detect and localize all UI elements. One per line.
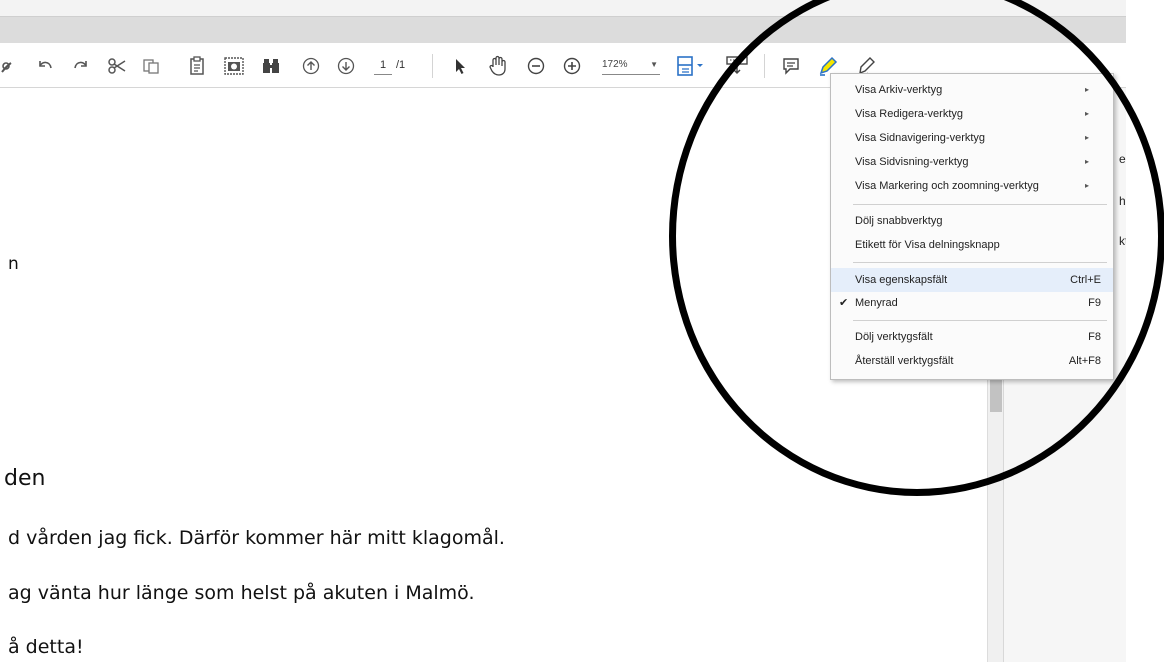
submenu-arrow-icon: ▸ <box>1084 133 1089 142</box>
next-page-icon[interactable] <box>335 55 357 77</box>
tab-strip <box>0 16 1126 44</box>
menu-separator <box>853 320 1107 321</box>
document-heading: den <box>4 466 46 491</box>
zoom-level-value: 172% <box>602 59 628 70</box>
menu-item-show-file-tools[interactable]: Visa Arkiv-verktyg ▸ <box>831 78 1113 102</box>
menu-item-shortcut: F8 <box>1088 331 1101 343</box>
submenu-arrow-icon: ▸ <box>1084 109 1089 118</box>
menu-item-label: Visa Redigera-verktyg <box>855 108 964 120</box>
copy-icon[interactable] <box>140 55 162 77</box>
previous-page-icon[interactable] <box>300 55 322 77</box>
document-paragraph: d vården jag fick. Därför kommer här mit… <box>8 527 505 549</box>
window-title-bar <box>0 0 1126 16</box>
cut-icon[interactable] <box>106 55 128 77</box>
menu-item-shortcut: Ctrl+E <box>1070 274 1101 286</box>
menu-item-label: Dölj snabbverktyg <box>855 215 943 227</box>
menu-item-shortcut: F9 <box>1088 297 1101 309</box>
document-paragraph: å detta! <box>8 636 84 658</box>
menu-item-label: Visa egenskapsfält <box>855 274 948 286</box>
undo-icon[interactable] <box>34 55 56 77</box>
comment-icon[interactable] <box>780 55 802 77</box>
pane-text-fragment: h <box>1119 194 1126 208</box>
menu-item-share-button-label[interactable]: Etikett för Visa delningsknapp <box>831 233 1113 257</box>
page-display-icon[interactable] <box>676 55 706 77</box>
select-tool-icon[interactable] <box>450 55 470 77</box>
document-text-line: n <box>8 254 19 274</box>
snapshot-icon[interactable] <box>222 55 246 77</box>
toolbar-divider <box>764 54 765 78</box>
toolbar-divider <box>432 54 433 78</box>
menu-item-label: Återställ verktygsfält <box>855 355 954 367</box>
zoom-level-select[interactable]: 172% ▼ <box>602 56 660 75</box>
submenu-arrow-icon: ▸ <box>1084 181 1089 190</box>
page-number-input[interactable]: 1 <box>374 56 392 75</box>
menu-item-menu-bar[interactable]: ✔ Menyrad F9 <box>831 291 1113 315</box>
menu-item-show-properties-bar[interactable]: Visa egenskapsfält Ctrl+E <box>831 268 1113 292</box>
menu-item-show-page-display-tools[interactable]: Visa Sidvisning-verktyg ▸ <box>831 150 1113 174</box>
paste-icon[interactable] <box>186 55 208 77</box>
menu-item-label: Etikett för Visa delningsknapp <box>855 239 1000 251</box>
menu-item-show-edit-tools[interactable]: Visa Redigera-verktyg ▸ <box>831 102 1113 126</box>
menu-item-shortcut: Alt+F8 <box>1068 355 1101 367</box>
menu-item-reset-toolbars[interactable]: Återställ verktygsfält Alt+F8 <box>831 349 1113 373</box>
menu-item-show-select-zoom-tools[interactable]: Visa Markering och zoomning-verktyg ▸ <box>831 174 1113 198</box>
hand-tool-icon[interactable] <box>486 55 510 77</box>
menu-item-label: Visa Sidvisning-verktyg <box>855 156 969 168</box>
menu-item-label: Visa Arkiv-verktyg <box>855 84 943 96</box>
menu-item-hide-quick-tools[interactable]: Dölj snabbverktyg <box>831 209 1113 233</box>
share-icon[interactable] <box>0 55 14 77</box>
page-margin <box>1126 0 1164 662</box>
menu-item-label: Dölj verktygsfält <box>855 331 933 343</box>
submenu-arrow-icon: ▸ <box>1084 85 1089 94</box>
menu-item-hide-toolbars[interactable]: Dölj verktygsfält F8 <box>831 325 1113 349</box>
zoom-out-icon[interactable] <box>525 55 547 77</box>
menu-separator <box>853 204 1107 205</box>
menu-item-label: Visa Markering och zoomning-verktyg <box>855 180 1039 192</box>
document-paragraph: ag vänta hur länge som helst på akuten i… <box>8 582 475 604</box>
menu-item-label: Visa Sidnavigering-verktyg <box>855 132 986 144</box>
menu-item-label: Menyrad <box>855 297 898 309</box>
redo-icon[interactable] <box>70 55 92 77</box>
checkmark-icon: ✔ <box>839 297 849 309</box>
keyboard-tools-icon[interactable] <box>724 55 750 77</box>
submenu-arrow-icon: ▸ <box>1084 157 1089 166</box>
find-icon[interactable] <box>260 55 282 77</box>
menu-item-show-page-navigation-tools[interactable]: Visa Sidnavigering-verktyg ▸ <box>831 126 1113 150</box>
menu-separator <box>853 262 1107 263</box>
page-total: /1 <box>396 59 406 71</box>
zoom-in-icon[interactable] <box>561 55 583 77</box>
chevron-down-icon: ▼ <box>650 60 658 69</box>
toolbar-context-menu: Visa Arkiv-verktyg ▸ Visa Redigera-verkt… <box>830 73 1114 380</box>
